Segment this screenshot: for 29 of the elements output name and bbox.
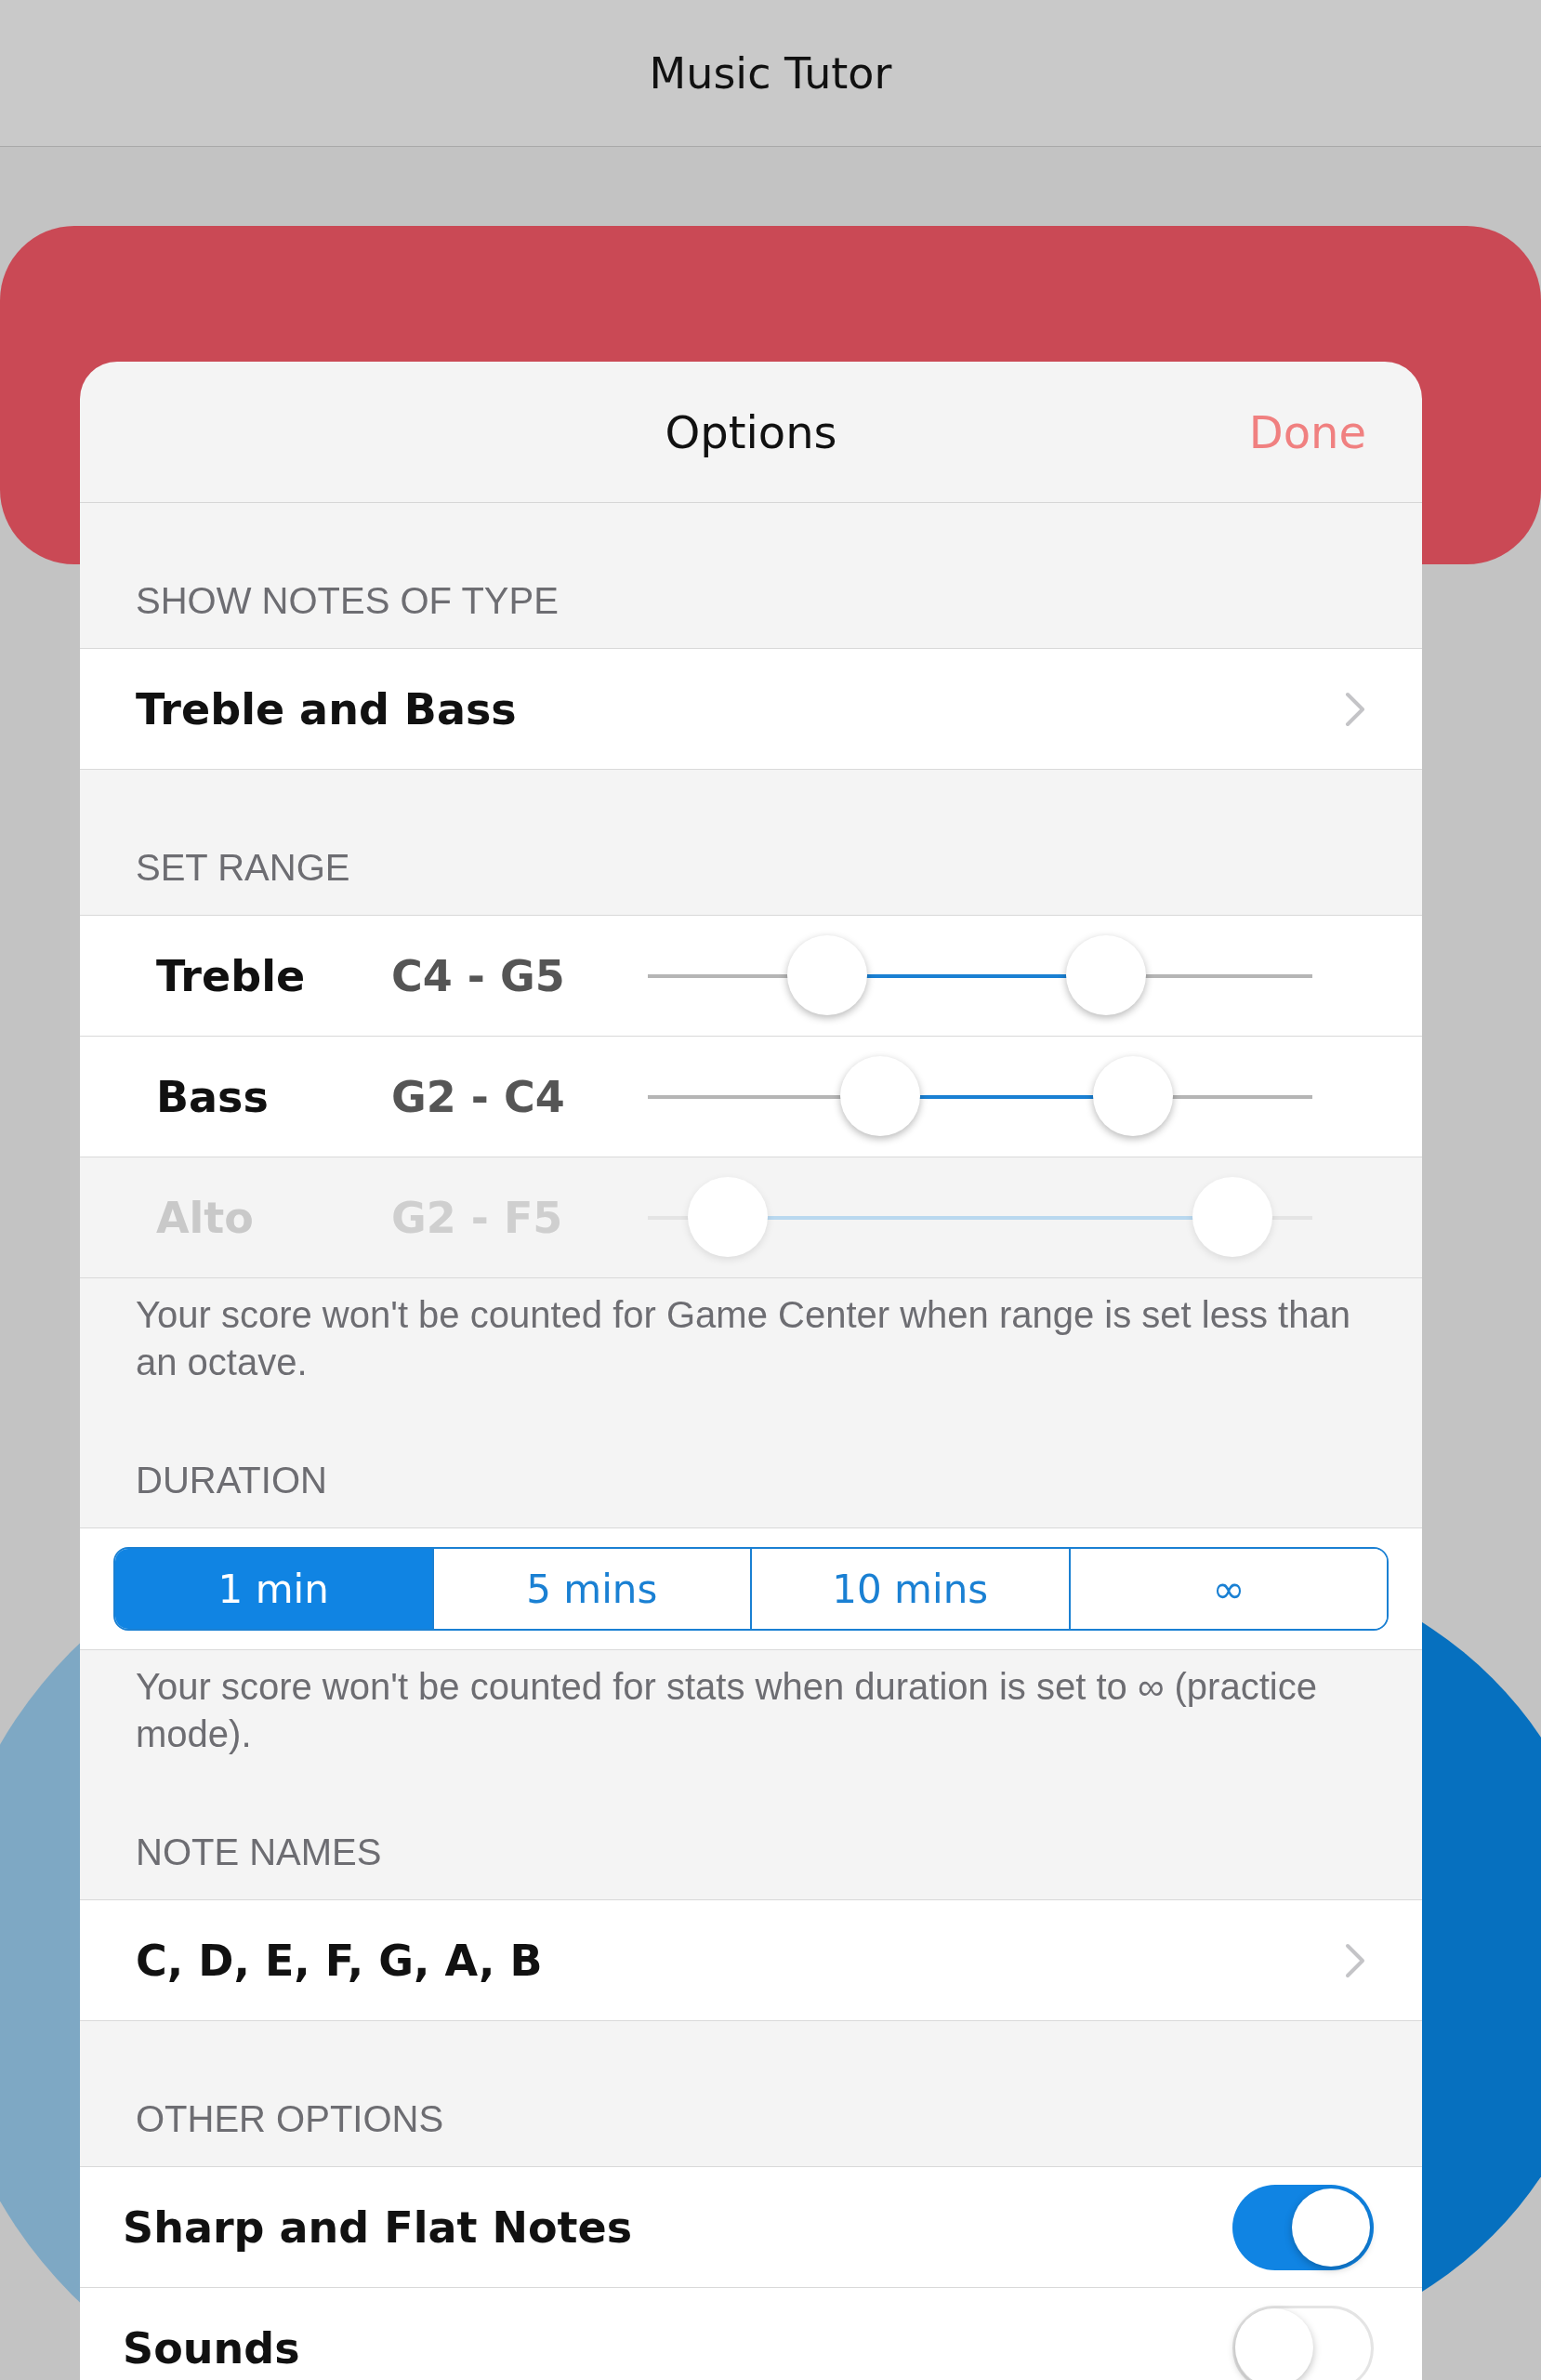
picker-row[interactable]: Treble and Bass: [80, 649, 1422, 770]
section-header: SHOW NOTES OF TYPE: [136, 580, 559, 622]
toggle-label: Sharp and Flat Notes: [123, 2202, 633, 2253]
range-label: Bass: [156, 1071, 270, 1122]
section-header: SET RANGE: [136, 847, 350, 889]
toggle-label: Sounds: [123, 2322, 300, 2373]
segment-button[interactable]: ∞: [1068, 1549, 1387, 1629]
slider-thumb[interactable]: [1066, 934, 1147, 1015]
slider-thumb[interactable]: [840, 1055, 921, 1136]
section-header: DURATION: [136, 1460, 327, 1501]
slider-thumb[interactable]: [787, 934, 868, 1015]
dialog-title: Options: [665, 405, 837, 458]
done-button[interactable]: Done: [1248, 405, 1366, 458]
slider-thumb[interactable]: [1092, 1055, 1173, 1136]
range-value: G2 - C4: [391, 1071, 566, 1122]
section-header: OTHER OPTIONS: [136, 2098, 444, 2140]
footer-note: Your score won't be counted for Game Center when range is set less than an octave.: [136, 1293, 1351, 1384]
chevron-icon: [1344, 690, 1366, 728]
app-title: Music Tutor: [649, 47, 892, 99]
range-label: Treble: [156, 950, 307, 1001]
toggle-switch[interactable]: [1232, 2305, 1374, 2380]
chevron-icon: [1344, 1941, 1366, 1979]
range-value: C4 - G5: [391, 950, 566, 1001]
footer-note: Your score won't be counted for stats when duration is set to ∞ (practice mode).: [136, 1665, 1318, 1756]
segment-button[interactable]: 1 min: [115, 1549, 432, 1629]
section-header: NOTE NAMES: [136, 1831, 382, 1873]
picker-value: C, D, E, F, G, A, B: [136, 1935, 543, 1986]
picker-row[interactable]: C, D, E, F, G, A, B: [80, 1900, 1422, 2021]
picker-value: Treble and Bass: [136, 683, 517, 734]
